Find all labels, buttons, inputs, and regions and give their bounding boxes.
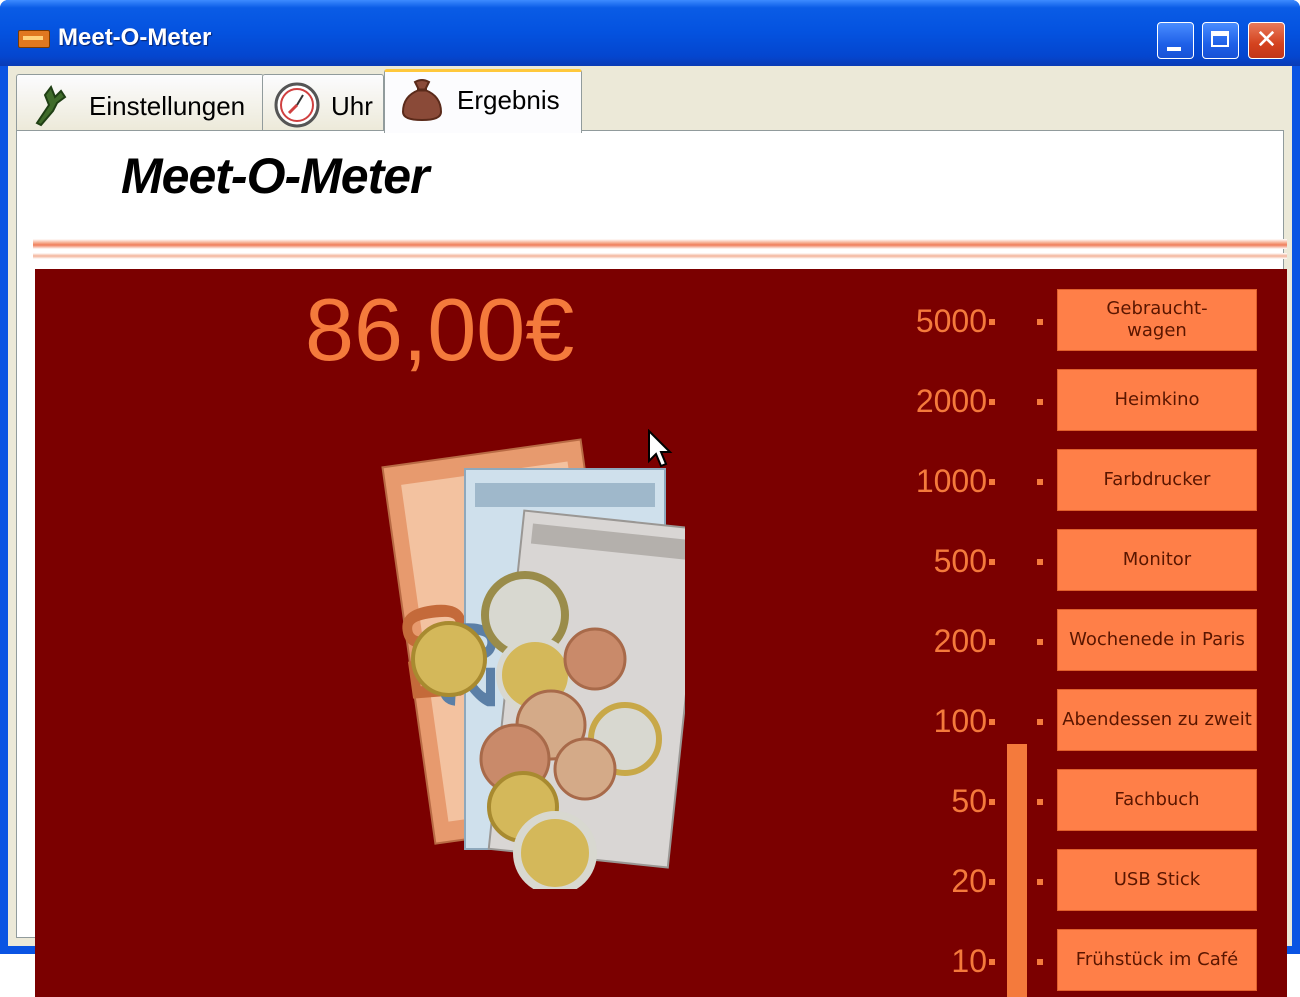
scale-value: 500 <box>933 543 987 579</box>
money-bag-icon <box>401 79 443 122</box>
client-area: Einstellungen Uhr Ergebnis Meet-O-Meter <box>8 66 1292 997</box>
app-icon <box>18 30 50 48</box>
scale-row: 5000 Gebraucht-wagen <box>35 289 1287 351</box>
scale-marker <box>1037 799 1043 805</box>
scale-item-button[interactable]: Frühstück im Café <box>1057 929 1257 991</box>
scale-marker <box>1037 719 1043 725</box>
minimize-button[interactable] <box>1157 22 1194 59</box>
scale-value: 10 <box>951 943 987 979</box>
scale-marker <box>1037 559 1043 565</box>
scale-value: 100 <box>933 703 987 739</box>
close-button[interactable]: ✕ <box>1248 22 1285 59</box>
scale-marker <box>1037 479 1043 485</box>
scale-tick <box>989 559 995 565</box>
page-title: Meet-O-Meter <box>121 148 429 204</box>
tab-einstellungen-label: Einstellungen <box>89 91 246 121</box>
scale-item-label: Gebraucht-wagen <box>1106 298 1208 341</box>
tab-uhr-label: Uhr <box>331 91 373 121</box>
header-divider <box>33 239 1287 249</box>
scale-tick <box>989 719 995 725</box>
scale-tick <box>989 399 995 405</box>
scale-item-label: Wochenede in Paris <box>1069 629 1245 650</box>
scale-value: 1000 <box>915 463 987 499</box>
scale-row: 500 Monitor <box>35 529 1287 591</box>
scale-item-label: Monitor <box>1122 549 1192 570</box>
scale-row: 10 Frühstück im Café <box>35 929 1287 991</box>
scale-row: 2000 Heimkino <box>35 369 1287 431</box>
scale-item-button[interactable]: USB Stick <box>1057 849 1257 911</box>
scale-item-button[interactable]: Fachbuch <box>1057 769 1257 831</box>
scale-item-label: Fachbuch <box>1114 789 1200 810</box>
scale-item-label: Frühstück im Café <box>1075 949 1239 970</box>
scale-item-button[interactable]: Wochenede in Paris <box>1057 609 1257 671</box>
scale-tick <box>989 639 995 645</box>
scale-tick <box>989 799 995 805</box>
result-display: 86,00€ 50 20 <box>35 269 1287 997</box>
scale-marker <box>1037 399 1043 405</box>
scale-marker <box>1037 959 1043 965</box>
scale-item-label: Abendessen zu zweit <box>1062 709 1252 730</box>
result-panel: Meet-O-Meter 86,00€ 50 20 <box>16 130 1287 997</box>
close-icon: ✕ <box>1255 25 1278 55</box>
scale-value: 50 <box>951 783 987 819</box>
scale-row: 50 Fachbuch <box>35 769 1287 831</box>
wrench-icon <box>35 84 67 127</box>
tab-einstellungen[interactable]: Einstellungen <box>16 74 264 132</box>
tab-ergebnis-label: Ergebnis <box>457 85 560 115</box>
scale-tick <box>989 479 995 485</box>
meter-level-bar <box>1007 744 1027 997</box>
scale-item-button[interactable]: Farbdrucker <box>1057 449 1257 511</box>
clock-icon <box>274 82 320 128</box>
scale-marker <box>1037 639 1043 645</box>
scale-item-button[interactable]: Abendessen zu zweit <box>1057 689 1257 751</box>
scale-tick <box>989 959 995 965</box>
scale-item-label: USB Stick <box>1113 869 1201 890</box>
maximize-button[interactable] <box>1202 22 1239 59</box>
header-divider-secondary <box>33 253 1287 259</box>
scale-item-button[interactable]: Gebraucht-wagen <box>1057 289 1257 351</box>
scale-marker <box>1037 879 1043 885</box>
window-title: Meet-O-Meter <box>58 24 212 51</box>
scale-row: 20 USB Stick <box>35 849 1287 911</box>
scale-item-label: Heimkino <box>1114 389 1200 410</box>
scale-value: 5000 <box>915 303 987 339</box>
title-bar[interactable]: Meet-O-Meter ✕ <box>0 0 1300 66</box>
scale-value: 20 <box>951 863 987 899</box>
scale-marker <box>1037 319 1043 325</box>
tab-uhr[interactable]: Uhr <box>262 74 384 132</box>
scale-row: 100 Abendessen zu zweit <box>35 689 1287 751</box>
app-window: Meet-O-Meter ✕ Einstellungen Uhr Ergebni… <box>0 0 1300 997</box>
scale-tick <box>989 879 995 885</box>
scale-row: 200 Wochenede in Paris <box>35 609 1287 671</box>
scale-value: 2000 <box>915 383 987 419</box>
scale-item-button[interactable]: Monitor <box>1057 529 1257 591</box>
scale-item-label: Farbdrucker <box>1103 469 1211 490</box>
tab-ergebnis[interactable]: Ergebnis <box>384 69 582 133</box>
scale-value: 200 <box>933 623 987 659</box>
mouse-cursor-icon <box>648 429 673 468</box>
scale-item-button[interactable]: Heimkino <box>1057 369 1257 431</box>
scale-tick <box>989 319 995 325</box>
